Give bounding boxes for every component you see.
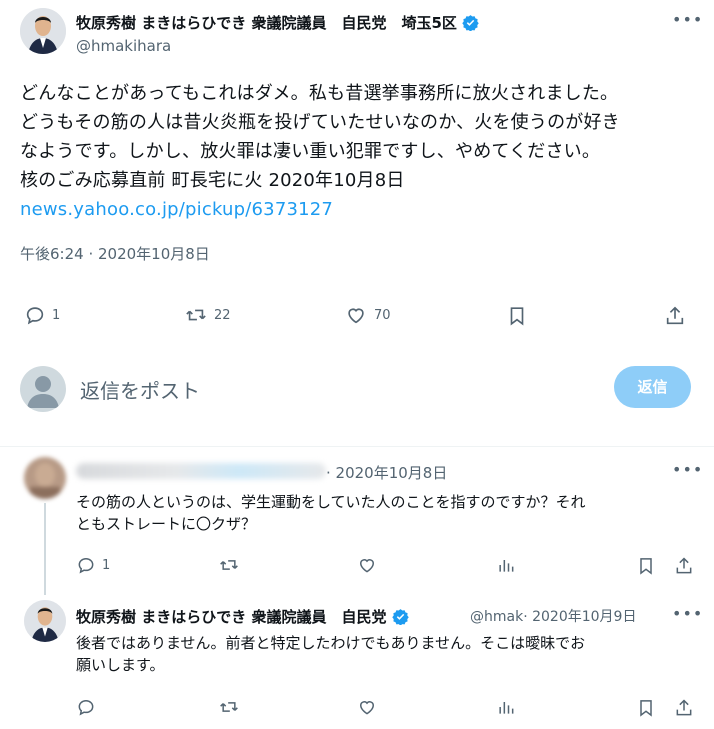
reply-icon	[78, 557, 94, 574]
reply-line: 願いします。	[76, 656, 165, 674]
like-action[interactable]	[356, 697, 378, 717]
reply-count: 1	[102, 557, 111, 573]
reply-date[interactable]: · 2020年10月8日	[326, 462, 447, 483]
heart-icon	[359, 701, 375, 715]
reply2-handle-date[interactable]: @hmak· 2020年10月9日	[470, 606, 636, 626]
verified-badge-icon	[462, 14, 479, 32]
bookmark-icon	[640, 558, 652, 575]
repost-icon	[186, 309, 206, 321]
like-action[interactable]	[356, 555, 378, 575]
share-action[interactable]	[674, 697, 694, 719]
reply-line: 後者ではありません。前者と特定したわけでもありません。そこは曖昧でお	[76, 634, 586, 652]
reply-input[interactable]: 返信をポスト	[80, 375, 600, 404]
reply-body: その筋の人というのは、学生運動をしていた人のことを指すのですか？それ ともストレ…	[76, 491, 706, 535]
reply2-body: 後者ではありません。前者と特定したわけでもありません。そこは曖昧でお 願いします…	[76, 632, 706, 676]
more-options-icon[interactable]: •••	[672, 10, 703, 29]
bookmark-icon	[510, 307, 524, 326]
reply-more-options-icon[interactable]: •••	[672, 460, 703, 479]
bookmark-action[interactable]	[636, 555, 656, 577]
analytics-icon	[499, 702, 514, 714]
current-user-avatar[interactable]	[20, 366, 66, 412]
reply2-author-avatar[interactable]	[24, 600, 66, 642]
repost-action[interactable]: 22	[184, 304, 231, 326]
heart-icon	[348, 308, 364, 324]
reply-action[interactable]: 1	[76, 555, 110, 575]
repost-icon	[220, 560, 238, 570]
tweet-line: どんなことがあってもこれはダメ。私も昔選挙事務所に放火されました。	[20, 83, 619, 104]
bookmark-icon	[640, 700, 652, 717]
section-divider	[0, 446, 714, 447]
repost-icon	[220, 702, 238, 712]
reply2-author-name[interactable]: 牧原秀樹 まきはらひでき 衆議院議員 自民党	[76, 606, 409, 627]
reply-author-name-blurred[interactable]	[76, 463, 326, 479]
author-name-text[interactable]: 牧原秀樹 まきはらひでき 衆議院議員 自民党 埼玉5区	[76, 14, 457, 32]
reply-action[interactable]	[76, 697, 96, 717]
reply-line: その筋の人というのは、学生運動をしていた人のことを指すのですか？それ	[76, 493, 586, 511]
reply-icon	[26, 307, 44, 325]
author-handle[interactable]: @hmakihara	[76, 37, 171, 55]
like-count: 70	[374, 307, 391, 323]
repost-count: 22	[214, 307, 231, 323]
reply2-author-name-text[interactable]: 牧原秀樹 まきはらひでき 衆議院議員 自民党	[76, 608, 386, 626]
like-action[interactable]: 70	[344, 304, 391, 326]
tweet-timestamp[interactable]: 午後6:24 · 2020年10月8日	[20, 243, 210, 264]
news-link[interactable]: news.yahoo.co.jp/pickup/6373127	[20, 195, 710, 224]
share-icon	[676, 699, 692, 716]
heart-icon	[359, 559, 375, 573]
analytics-icon	[499, 560, 514, 572]
thread-connector	[44, 503, 46, 595]
share-icon	[666, 306, 684, 325]
verified-badge-icon	[391, 608, 409, 626]
reply-icon	[78, 699, 94, 716]
views-action[interactable]	[496, 697, 516, 717]
share-icon	[676, 557, 692, 574]
bookmark-action[interactable]	[506, 304, 528, 328]
tweet-line: なようです。しかし、放火罪は凄い重い犯罪ですし、やめてください。	[20, 141, 601, 162]
tweet-line: 核のごみ応募直前 町長宅に火 2020年10月8日	[20, 170, 405, 191]
views-action[interactable]	[496, 555, 516, 575]
repost-action[interactable]	[218, 555, 240, 575]
share-action[interactable]	[674, 555, 694, 577]
reply-line: ともストレートに〇クザ？	[76, 515, 257, 533]
tweet-line: どうもその筋の人は昔火炎瓶を投げていたせいなのか、火を使うのが好き	[20, 112, 620, 133]
author-avatar[interactable]	[20, 8, 66, 54]
reply-count: 1	[52, 307, 61, 323]
reply-button-label: 返信	[637, 378, 668, 396]
repost-action[interactable]	[218, 697, 240, 717]
bookmark-action[interactable]	[636, 697, 656, 719]
reply-author-avatar[interactable]	[24, 457, 66, 499]
reply-action[interactable]: 1	[24, 304, 60, 326]
reply-button[interactable]: 返信	[614, 366, 691, 408]
author-name[interactable]: 牧原秀樹 まきはらひでき 衆議院議員 自民党 埼玉5区	[76, 12, 479, 33]
reply2-more-options-icon[interactable]: •••	[672, 604, 703, 623]
tweet-body: どんなことがあってもこれはダメ。私も昔選挙事務所に放火されました。 どうもその筋…	[20, 79, 710, 224]
share-action[interactable]	[664, 304, 686, 328]
